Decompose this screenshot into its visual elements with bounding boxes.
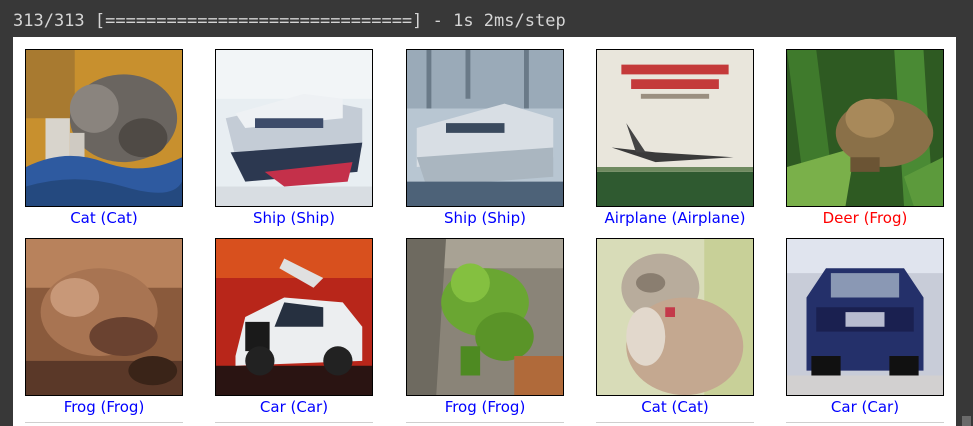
image-thumbnail-frog: [406, 238, 564, 396]
grid-cell: Car (Car): [774, 226, 956, 416]
grid-cell: Ship (Ship): [394, 37, 584, 227]
grid-cell: Car (Car): [203, 226, 393, 416]
next-row-thumbnail-edge: [215, 422, 373, 426]
next-row-thumbnail-edge: [786, 422, 944, 426]
image-thumbnail-car: [786, 238, 944, 396]
grid-cell: Deer (Frog): [774, 37, 956, 227]
prediction-label: Cat (Cat): [70, 209, 138, 227]
grid-cell: Cat (Cat): [584, 226, 774, 416]
prediction-label: Frog (Frog): [63, 398, 145, 416]
image-thumbnail-ship: [406, 49, 564, 207]
prediction-label: Airplane (Airplane): [604, 209, 746, 227]
grid-cell: Frog (Frog): [394, 226, 584, 416]
image-thumbnail-frog: [786, 49, 944, 207]
prediction-label: Cat (Cat): [641, 398, 709, 416]
prediction-label: Car (Car): [259, 398, 329, 416]
next-row-thumbnail-edge: [596, 422, 754, 426]
console-progress-line: 313/313 [==============================]…: [13, 11, 566, 31]
grid-cell: Frog (Frog): [13, 226, 203, 416]
prediction-label: Ship (Ship): [444, 209, 526, 227]
prediction-figure: Cat (Cat) Ship (Ship) Ship (Ship) Airpla…: [13, 37, 956, 426]
next-row-thumbnail-edge: [406, 422, 564, 426]
image-thumbnail-cat: [25, 49, 183, 207]
prediction-label: Ship (Ship): [253, 209, 335, 227]
grid-cell: Cat (Cat): [13, 37, 203, 227]
prediction-label: Car (Car): [830, 398, 900, 416]
grid-cell: Ship (Ship): [203, 37, 393, 227]
next-row-thumbnail-edge: [25, 422, 183, 426]
image-thumbnail-frog: [25, 238, 183, 396]
image-thumbnail-ship: [215, 49, 373, 207]
grid-cell: Airplane (Airplane): [584, 37, 774, 227]
prediction-label: Frog (Frog): [444, 398, 526, 416]
image-thumbnail-car: [215, 238, 373, 396]
image-thumbnail-cat: [596, 238, 754, 396]
prediction-label: Deer (Frog): [822, 209, 908, 227]
image-thumbnail-airplane: [596, 49, 754, 207]
scrollbar-thumb[interactable]: [962, 416, 971, 426]
